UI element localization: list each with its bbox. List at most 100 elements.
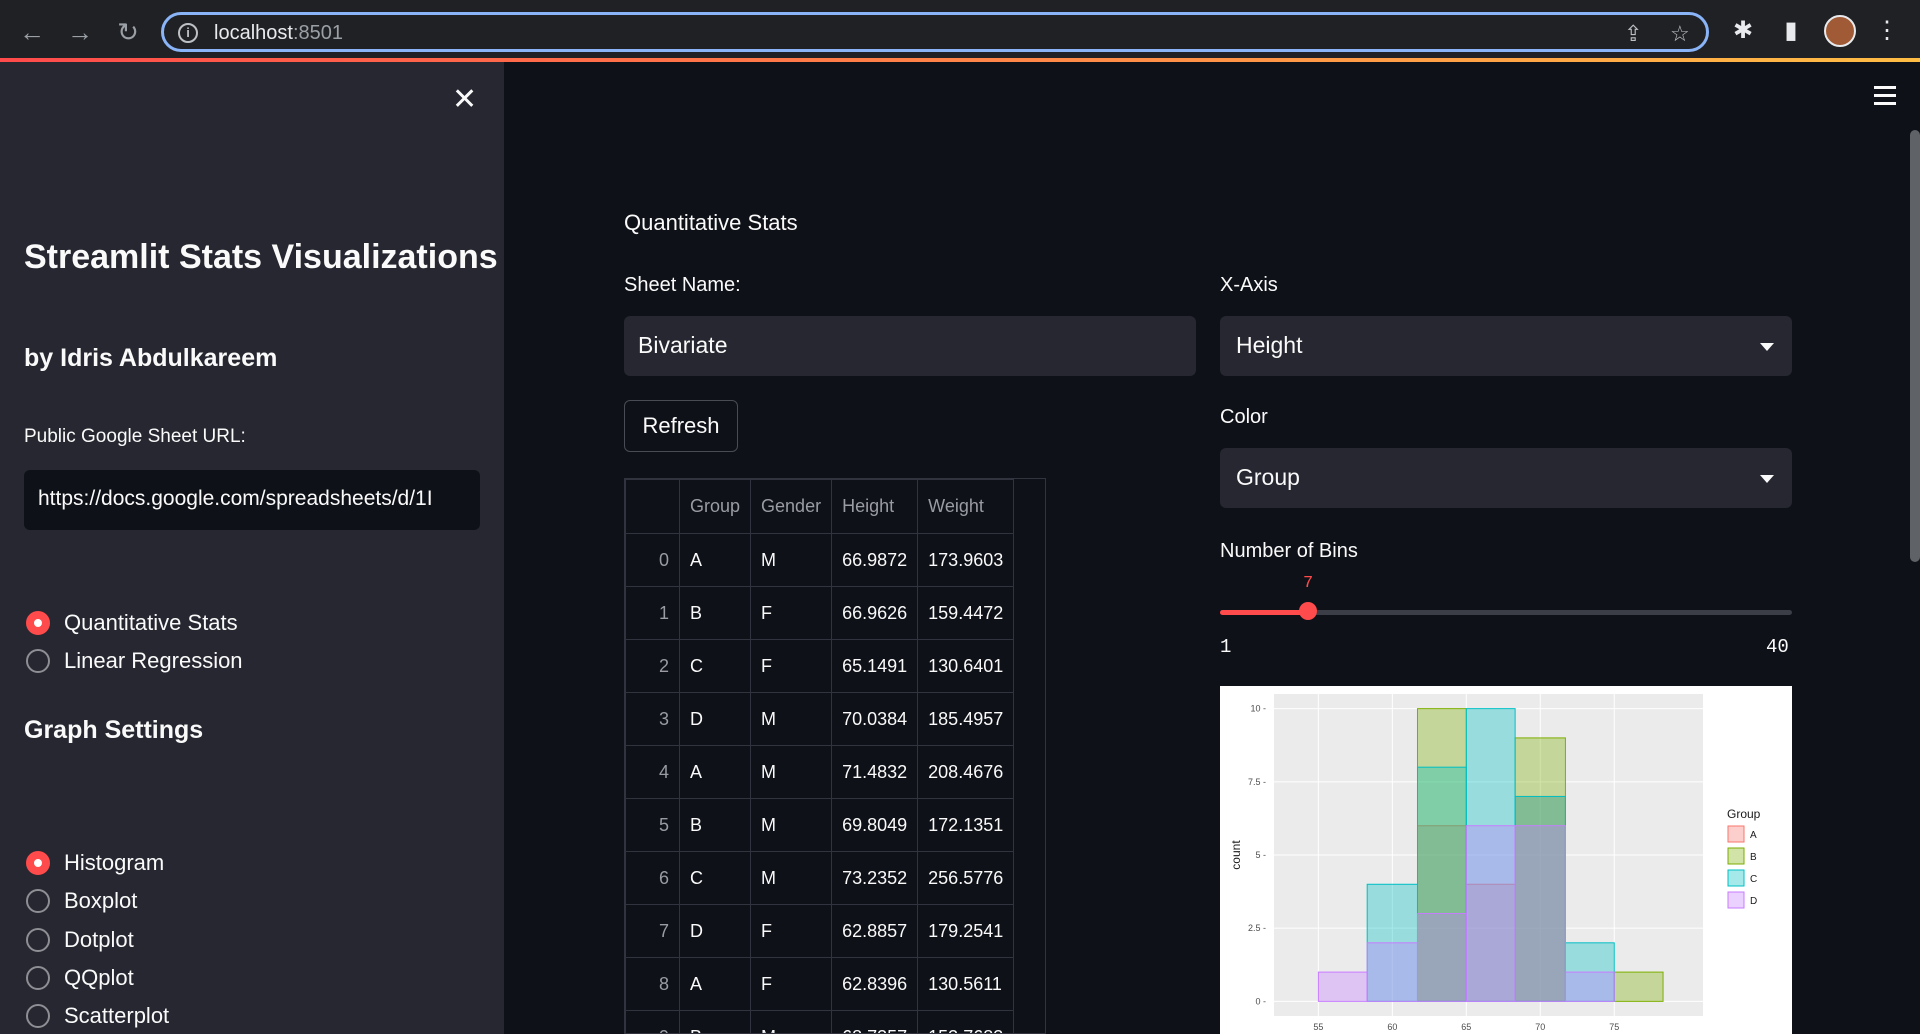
column-header[interactable]: Weight [917, 479, 1015, 534]
row-index: 8 [625, 957, 680, 1011]
profile-avatar[interactable] [1824, 15, 1856, 47]
y-tick-label: 2.5 - [1248, 923, 1266, 933]
radio-scatterplot[interactable]: Scatterplot [26, 1003, 169, 1029]
column-header[interactable]: Gender [750, 479, 833, 534]
browser-menu-icon[interactable]: ⋮ [1872, 16, 1902, 45]
radio-histogram[interactable]: Histogram [26, 850, 164, 876]
histogram-bar [1317, 971, 1368, 1002]
table-row[interactable]: 5 B M 69.8049 172.1351 [625, 798, 1015, 852]
radio-unselected-icon [26, 928, 50, 952]
legend-label: B [1750, 852, 1757, 863]
refresh-button[interactable]: Refresh [624, 400, 738, 452]
extensions-icon[interactable]: ✱ [1728, 16, 1758, 45]
browser-toolbar: ← → ↻ i localhost:8501 ⇪ ☆ ✱ ▮ ⋮ [0, 0, 1920, 62]
column-header[interactable]: Group [678, 479, 752, 534]
y-tick-label: 10 - [1250, 704, 1266, 714]
table-cell: C [678, 639, 752, 693]
site-info-icon[interactable]: i [178, 23, 198, 43]
table-cell: D [678, 904, 752, 958]
radio-label: Quantitative Stats [64, 610, 238, 635]
table-cell: 66.9872 [831, 533, 919, 587]
table-cell: M [750, 745, 833, 799]
table-cell: F [750, 904, 833, 958]
page-scrollbar[interactable] [1910, 130, 1920, 562]
address-url[interactable]: localhost:8501 [214, 22, 343, 45]
table-row[interactable]: 0 A M 66.9872 173.9603 [625, 533, 1015, 587]
table-cell: 159.4472 [917, 586, 1015, 640]
radio-quantitative-stats[interactable]: Quantitative Stats [26, 610, 238, 636]
table-cell: 173.9603 [917, 533, 1015, 587]
column-header[interactable] [625, 479, 680, 534]
table-cell: M [750, 692, 833, 746]
table-row[interactable]: 9BM68.7357153.7683 [625, 1010, 1015, 1033]
color-label: Color [1220, 406, 1268, 428]
bookmark-star-icon[interactable]: ☆ [1670, 21, 1690, 47]
radio-boxplot[interactable]: Boxplot [26, 888, 137, 914]
table-row[interactable]: 7 D F 62.8857 179.2541 [625, 904, 1015, 958]
side-panel-icon[interactable]: ▮ [1776, 16, 1806, 45]
table-cell: C [678, 851, 752, 905]
table-row[interactable]: 4 A M 71.4832 208.4676 [625, 745, 1015, 799]
table-cell: D [678, 692, 752, 746]
hamburger-menu-icon[interactable] [1874, 86, 1896, 110]
reload-icon[interactable]: ↻ [110, 14, 146, 50]
table-cell: F [750, 957, 833, 1011]
color-select[interactable]: Group [1220, 448, 1792, 508]
y-tick-label: 5 - [1255, 850, 1266, 860]
row-index: 9 [625, 1010, 680, 1033]
radio-qqplot[interactable]: QQplot [26, 965, 134, 991]
table-cell: F [750, 639, 833, 693]
table-row[interactable]: 3 D M 70.0384 185.4957 [625, 692, 1015, 746]
radio-dotplot[interactable]: Dotplot [26, 927, 134, 953]
column-header[interactable]: Height [831, 479, 919, 534]
bins-slider[interactable]: 7 [1220, 574, 1792, 620]
table-row[interactable]: 6 C M 73.2352 256.5776 [625, 851, 1015, 905]
forward-arrow-icon[interactable]: → [62, 14, 98, 50]
x-tick-label: 70 [1535, 1022, 1545, 1032]
histogram-bar [1613, 971, 1664, 1002]
histogram-bar [1564, 971, 1615, 1002]
slider-thumb[interactable] [1299, 602, 1317, 620]
x-tick-label: 60 [1387, 1022, 1397, 1032]
table-cell: 130.6401 [917, 639, 1015, 693]
chevron-down-icon [1760, 475, 1774, 483]
row-index: 3 [625, 692, 680, 746]
legend-swatch [1727, 869, 1745, 887]
table-row[interactable]: 1 B F 66.9626 159.4472 [625, 586, 1015, 640]
table-cell: 130.5611 [917, 957, 1015, 1011]
slider-min: 1 [1220, 636, 1232, 658]
share-icon[interactable]: ⇪ [1624, 21, 1642, 47]
table-row[interactable]: 2 C F 65.1491 130.6401 [625, 639, 1015, 693]
sheet-url-input[interactable]: https://docs.google.com/spreadsheets/d/1… [24, 470, 480, 530]
table-cell: 70.0384 [831, 692, 919, 746]
slider-value: 7 [1303, 574, 1314, 593]
close-sidebar-icon[interactable]: ✕ [452, 82, 477, 117]
table-cell: B [678, 586, 752, 640]
back-arrow-icon[interactable]: ← [14, 14, 50, 50]
address-bar[interactable]: i localhost:8501 ⇪ ☆ [161, 12, 1709, 52]
table-row[interactable]: 8 A F 62.8396 130.5611 [625, 957, 1015, 1011]
table-cell: A [678, 533, 752, 587]
color-selected-value: Group [1236, 464, 1300, 490]
table-cell: 68.7357 [831, 1010, 919, 1033]
radio-unselected-icon [26, 889, 50, 913]
radio-linear-regression[interactable]: Linear Regression [26, 648, 243, 674]
table-cell: B [678, 1010, 752, 1033]
radio-label: Boxplot [64, 888, 138, 913]
sheet-name-input[interactable]: Bivariate [624, 316, 1196, 376]
y-tick-label: 0 - [1255, 996, 1266, 1006]
table-cell: 208.4676 [917, 745, 1015, 799]
table-header-row: Group Gender Height Weight [625, 479, 1015, 534]
xaxis-select[interactable]: Height [1220, 316, 1792, 376]
table-cell: 172.1351 [917, 798, 1015, 852]
app-title: Streamlit Stats Visualizations [24, 238, 498, 276]
bins-label: Number of Bins [1220, 540, 1358, 562]
slider-max: 40 [1766, 636, 1789, 658]
xaxis-label: X-Axis [1220, 274, 1278, 296]
radio-label: Dotplot [64, 927, 134, 952]
x-tick-label: 75 [1609, 1022, 1619, 1032]
histogram-svg: 0 - 2.5 - 5 - 7.5 - 10 - 55 60 65 70 75 count Group… [1229, 694, 1761, 1032]
data-table[interactable]: Group Gender Height Weight 0 A M 66.9872 173.96… [624, 478, 1046, 1034]
legend-title: Group [1727, 807, 1761, 821]
histogram-bar [1465, 825, 1516, 1002]
